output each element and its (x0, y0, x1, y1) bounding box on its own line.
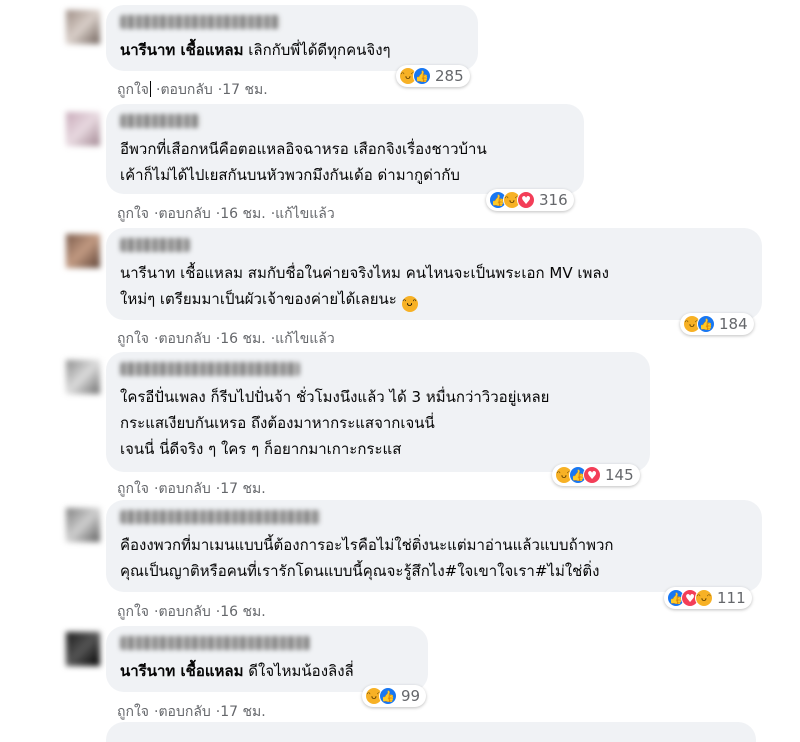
timestamp[interactable]: 17 ชม. (222, 82, 267, 98)
like-link[interactable]: ถูกใจ (117, 604, 149, 620)
reaction-count: 184 (719, 315, 748, 333)
like-link[interactable]: ถูกใจ (117, 331, 149, 347)
commenter-name[interactable] (120, 114, 200, 128)
like-icon: 👍 (379, 687, 397, 705)
comment-bubble: ใครอีปั่นเพลง ก็รีบไปปั่นจ้า ชั่วโมงนึงแ… (106, 352, 650, 472)
comment-bubble: อีพวกที่เสือกหนีคือตอแหลอิจฉาหรอ เสือกจิ… (106, 104, 584, 194)
reaction-summary[interactable]: 👍 ᵔᴗᵔ ♥ 316 (486, 189, 574, 211)
avatar[interactable] (66, 10, 100, 44)
commenter-name[interactable] (120, 362, 300, 376)
edited-label[interactable]: แก้ไขแล้ว (275, 331, 335, 347)
like-icon: 👍 (413, 67, 431, 85)
edited-label[interactable]: แก้ไขแล้ว (275, 206, 335, 222)
reaction-summary[interactable]: ᵔᴗᵔ 👍 ♥ 145 (552, 464, 640, 486)
love-icon: ♥ (517, 191, 535, 209)
comment-actions: ถูกใจ ·ตอบกลับ ·16 ชม. (117, 604, 266, 620)
reaction-count: 99 (401, 687, 421, 705)
reply-link[interactable]: ตอบกลับ (158, 704, 210, 720)
timestamp[interactable]: 17 ชม. (220, 481, 265, 497)
comment-actions: ถูกใจ ·ตอบกลับ ·17 ชม. (117, 81, 268, 98)
reaction-count: 316 (539, 191, 568, 209)
like-link[interactable]: ถูกใจ (117, 82, 149, 98)
avatar[interactable] (66, 112, 100, 146)
comment-text: นารีนาท เชื้อแหลม เลิกกับพี่ได้ดีทุกคนจิ… (120, 41, 391, 59)
like-link[interactable]: ถูกใจ (117, 481, 149, 497)
timestamp[interactable]: 16 ชม. (220, 331, 265, 347)
comment-text: นารีนาท เชื้อแหลม สมกับชื่อในค่ายจริงไหม… (120, 260, 748, 312)
comment-actions: ถูกใจ ·ตอบกลับ ·17 ชม. (117, 481, 266, 497)
reply-link[interactable]: ตอบกลับ (158, 331, 210, 347)
comment-bubble: นารีนาท เชื้อแหลม เลิกกับพี่ได้ดีทุกคนจิ… (106, 5, 478, 71)
next-comment-bubble (106, 722, 756, 742)
text-cursor (150, 81, 151, 97)
comment-text: คืองงพวกที่มาเมนแบบนี้ต้องการอะไรคือไม่ใ… (120, 536, 614, 580)
commenter-name[interactable] (120, 238, 190, 252)
reply-link[interactable]: ตอบกลับ (158, 206, 210, 222)
grin-emoji-icon: ᵔᴗᵔ (401, 296, 418, 312)
avatar[interactable] (66, 632, 100, 666)
avatar[interactable] (66, 360, 100, 394)
reaction-count: 145 (605, 466, 634, 484)
reaction-count: 285 (435, 67, 464, 85)
like-link[interactable]: ถูกใจ (117, 206, 149, 222)
comment-actions: ถูกใจ ·ตอบกลับ ·16 ชม. ·แก้ไขแล้ว (117, 331, 335, 347)
reaction-summary[interactable]: ᵔᴗᵔ 👍 99 (362, 685, 427, 707)
commenter-name[interactable] (120, 15, 280, 29)
reaction-summary[interactable]: ᵔᴗᵔ 👍 285 (396, 65, 470, 87)
comment-text: อีพวกที่เสือกหนีคือตอแหลอิจฉาหรอ เสือกจิ… (120, 140, 487, 184)
mention-tag[interactable]: นารีนาท เชื้อแหลม (120, 41, 243, 59)
reaction-count: 111 (717, 589, 746, 607)
comment-bubble: นารีนาท เชื้อแหลม ดีใจไหมน้องลิงลี่ (106, 626, 428, 692)
commenter-name[interactable] (120, 636, 310, 650)
timestamp[interactable]: 16 ชม. (220, 206, 265, 222)
avatar[interactable] (66, 508, 100, 542)
like-link[interactable]: ถูกใจ (117, 704, 149, 720)
avatar[interactable] (66, 234, 100, 268)
reply-link[interactable]: ตอบกลับ (158, 481, 210, 497)
comment-bubble: คืองงพวกที่มาเมนแบบนี้ต้องการอะไรคือไม่ใ… (106, 500, 762, 592)
commenter-name[interactable] (120, 510, 320, 524)
comment-actions: ถูกใจ ·ตอบกลับ ·16 ชม. ·แก้ไขแล้ว (117, 206, 335, 222)
reaction-summary[interactable]: 👍 ♥ ᵔᴗᵔ 111 (664, 587, 752, 609)
timestamp[interactable]: 17 ชม. (220, 704, 265, 720)
comment-bubble: นารีนาท เชื้อแหลม สมกับชื่อในค่ายจริงไหม… (106, 228, 762, 320)
mention-tag[interactable]: นารีนาท เชื้อแหลม (120, 662, 243, 680)
reply-link[interactable]: ตอบกลับ (158, 604, 210, 620)
haha-icon: ᵔᴗᵔ (695, 589, 713, 607)
comment-text: นารีนาท เชื้อแหลม ดีใจไหมน้องลิงลี่ (120, 662, 354, 680)
reply-link[interactable]: ตอบกลับ (160, 82, 212, 98)
comment-actions: ถูกใจ ·ตอบกลับ ·17 ชม. (117, 704, 266, 720)
like-icon: 👍 (697, 315, 715, 333)
reaction-summary[interactable]: ᵔᴗᵔ 👍 184 (680, 313, 754, 335)
love-icon: ♥ (583, 466, 601, 484)
timestamp[interactable]: 16 ชม. (220, 604, 265, 620)
comment-text: ใครอีปั่นเพลง ก็รีบไปปั่นจ้า ชั่วโมงนึงแ… (120, 388, 550, 458)
